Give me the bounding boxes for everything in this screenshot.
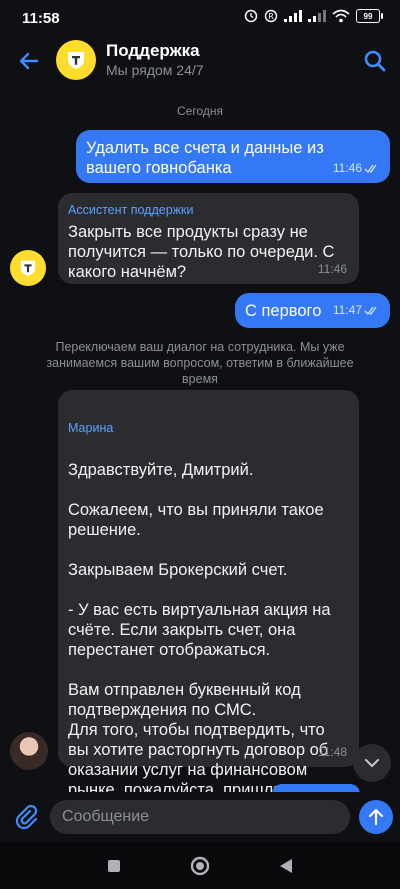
message-meta: 11:47 <box>333 300 378 320</box>
arrow-up-icon <box>368 808 384 826</box>
signal-icon <box>308 10 326 22</box>
message-time: 11:46 <box>317 262 347 276</box>
system-note: Переключаем ваш диалог на сотрудника. Мы… <box>46 340 354 386</box>
signal-icon <box>284 10 302 22</box>
status-icons: R 99 <box>244 9 383 23</box>
paperclip-icon[interactable] <box>12 802 40 830</box>
message-meta: 11:48 <box>318 742 347 762</box>
alarm-icon <box>244 9 258 23</box>
status-time: 11:58 <box>22 10 60 27</box>
outgoing-message[interactable]: Удалить все счета и данные из вашего гов… <box>76 130 390 183</box>
system-nav-bar <box>0 842 400 889</box>
message-text: С первого <box>245 302 322 320</box>
double-check-icon <box>364 164 377 173</box>
message-author: Марина <box>68 421 114 435</box>
svg-text:R: R <box>268 12 274 21</box>
back-arrow-icon[interactable] <box>14 46 44 76</box>
message-time: 11:46 <box>332 161 362 175</box>
operator-avatar <box>10 732 48 770</box>
incoming-message[interactable]: Ассистент поддержки Закрыть все продукты… <box>58 193 359 284</box>
chevron-down-icon <box>365 759 379 768</box>
battery-level: 99 <box>363 11 373 21</box>
chat-title[interactable]: Поддержка <box>106 41 200 61</box>
message-meta: 11:46 <box>333 158 378 178</box>
chat-subtitle: Мы рядом 24/7 <box>106 62 204 78</box>
home-button[interactable] <box>189 855 211 877</box>
message-input[interactable] <box>50 800 350 834</box>
wifi-icon <box>332 9 350 23</box>
send-button[interactable] <box>359 800 393 834</box>
status-bar: 11:58 R 99 <box>0 0 400 36</box>
incoming-message[interactable]: Марина Здравствуйте, Дмитрий. Сожалеем, … <box>58 390 359 819</box>
message-text: Здравствуйте, Дмитрий. Сожалеем, что вы … <box>68 461 343 819</box>
message-author: Ассистент поддержки <box>68 203 194 217</box>
circle-icon <box>190 856 210 876</box>
message-time: 11:47 <box>332 303 362 317</box>
scroll-down-button[interactable] <box>353 744 391 782</box>
registered-icon: R <box>264 9 278 23</box>
battery-icon: 99 <box>356 9 383 23</box>
double-check-icon <box>364 306 377 315</box>
back-button[interactable] <box>275 855 297 877</box>
message-meta: 11:46 <box>318 259 347 279</box>
day-separator: Сегодня <box>177 104 223 118</box>
recents-button[interactable] <box>103 855 125 877</box>
square-icon <box>108 860 120 872</box>
bank-shield-logo-icon <box>20 260 36 277</box>
chat-header: Поддержка Мы рядом 24/7 <box>0 36 400 88</box>
bank-logo-avatar[interactable] <box>56 40 96 80</box>
assistant-avatar <box>10 250 46 286</box>
triangle-back-icon <box>280 859 292 873</box>
message-time: 11:48 <box>317 745 347 759</box>
composer-bar <box>0 792 400 842</box>
outgoing-message[interactable]: С первого 11:47 <box>235 293 390 328</box>
message-text: Закрыть все продукты сразу не получится … <box>68 223 335 281</box>
bank-shield-logo-icon <box>68 52 84 69</box>
search-icon[interactable] <box>362 48 388 74</box>
message-text: Удалить все счета и данные из вашего гов… <box>86 139 324 177</box>
